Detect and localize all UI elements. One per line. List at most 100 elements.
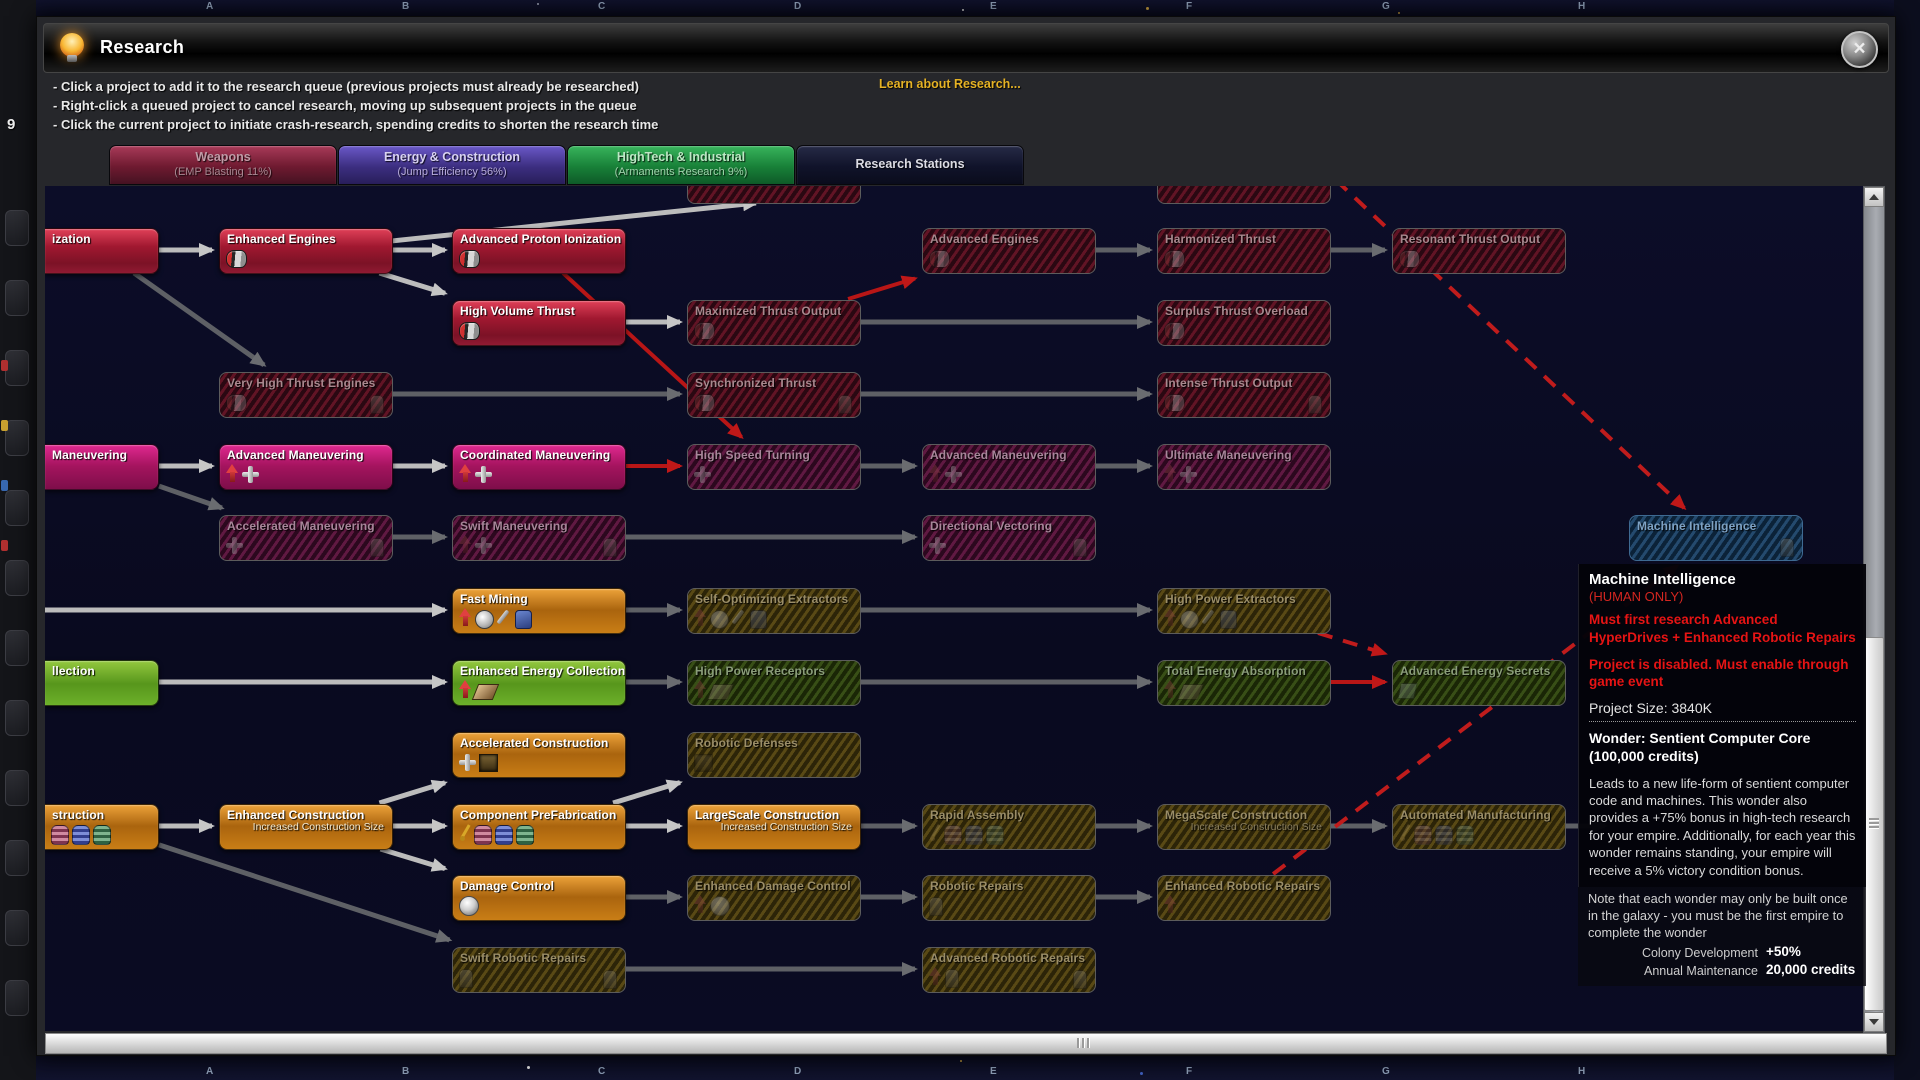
horizontal-scrollbar[interactable]: [45, 1033, 1887, 1054]
node-label: Advanced Robotic Repairs: [930, 951, 1086, 965]
sidebar-button: [5, 770, 29, 806]
research-node-high-power-extractors[interactable]: High Power Extractors: [1157, 588, 1331, 634]
research-node-directional-vectoring[interactable]: Directional Vectoring: [922, 515, 1096, 561]
research-node-advanced-proton-ionization[interactable]: Advanced Proton Ionization: [452, 228, 626, 274]
upgrade-arrow-icon: [459, 464, 472, 483]
engine-icon: [694, 322, 715, 340]
sidebar-mark: [1, 420, 8, 431]
research-node-self-optimizing-extractors[interactable]: Self-Optimizing Extractors: [687, 588, 861, 634]
research-node-tp1[interactable]: [687, 186, 861, 204]
research-node-advanced-engines[interactable]: Advanced Engines: [922, 228, 1096, 274]
research-node-accelerated-construction[interactable]: Accelerated Construction: [452, 732, 626, 778]
research-node-advanced-maneuvering[interactable]: Advanced Maneuvering: [922, 444, 1096, 490]
game-sidebar-strip: [0, 0, 36, 1080]
research-node-ultimate-maneuvering[interactable]: Ultimate Maneuvering: [1157, 444, 1331, 490]
research-node-enhanced-energy-collection[interactable]: Enhanced Energy Collection: [452, 660, 626, 706]
research-node-megascale-construction[interactable]: MegaScale Construction Increased Construc…: [1157, 804, 1331, 850]
tab-label: HighTech & Industrial: [616, 150, 746, 164]
node-label: Automated Manufacturing: [1400, 808, 1551, 822]
upgrade-arrow-icon: [929, 464, 942, 483]
research-node-high-volume-thrust[interactable]: High Volume Thrust: [452, 300, 626, 346]
node-icons: [694, 895, 733, 916]
upgrade-arrow-icon: [226, 464, 239, 483]
node-icons: [1308, 393, 1325, 414]
tab-energy-construction[interactable]: Energy & Construction (Jump Efficiency 5…: [338, 145, 566, 185]
node-icons: [459, 535, 495, 554]
research-node-robotic-repairs[interactable]: Robotic Repairs: [922, 875, 1096, 921]
research-node-maximized-thrust-output[interactable]: Maximized Thrust Output: [687, 300, 861, 346]
scroll-up-icon[interactable]: [1864, 187, 1884, 207]
galaxy-map-top-strip: A B C D E F G H: [0, 0, 1920, 16]
upgrade-arrow-icon: [929, 967, 942, 986]
research-node-robotic-defenses[interactable]: Robotic Defenses: [687, 732, 861, 778]
research-node-swift-robotic-repairs[interactable]: Swift Robotic Repairs: [452, 947, 626, 993]
node-label: Maximized Thrust Output: [695, 304, 842, 318]
tab-research-stations[interactable]: Research Stations: [796, 145, 1024, 185]
tooltip-stat-row: Annual Maintenance 20,000 credits: [1588, 962, 1856, 978]
research-node-advanced-robotic-repairs[interactable]: Advanced Robotic Repairs: [922, 947, 1096, 993]
energy-collector-icon: [471, 684, 500, 700]
research-node-enhanced-construction[interactable]: Enhanced Construction Increased Construct…: [219, 804, 393, 850]
sidebar-mark: [1, 480, 8, 491]
research-node-ization[interactable]: ization: [45, 228, 159, 274]
map-grid-letter: E: [990, 1, 997, 12]
mining-arm-icon: [732, 608, 747, 626]
research-node-struction[interactable]: struction: [45, 804, 159, 850]
robot-icon: [1780, 538, 1794, 557]
research-node-very-high-thrust-engines[interactable]: Very High Thrust Engines: [219, 372, 393, 418]
research-node-harmonized-thrust[interactable]: Harmonized Thrust: [1157, 228, 1331, 274]
node-label: Surplus Thrust Overload: [1165, 304, 1308, 318]
vertical-scrollbar[interactable]: [1863, 186, 1885, 1033]
scroll-down-icon[interactable]: [1864, 1012, 1884, 1032]
node-label: LargeScale Construction: [695, 808, 840, 822]
vertical-scroll-thumb[interactable]: [1864, 637, 1884, 1011]
research-node-resonant-thrust-output[interactable]: Resonant Thrust Output: [1392, 228, 1566, 274]
research-node-damage-control[interactable]: Damage Control: [452, 875, 626, 921]
research-node-component-prefabrication[interactable]: Component PreFabrication: [452, 804, 626, 850]
research-node-enhanced-damage-control[interactable]: Enhanced Damage Control: [687, 875, 861, 921]
research-node-fast-mining[interactable]: Fast Mining: [452, 588, 626, 634]
engine-icon: [1164, 322, 1185, 340]
research-node-synchronized-thrust[interactable]: Synchronized Thrust: [687, 372, 861, 418]
research-node-enhanced-robotic-repairs[interactable]: Enhanced Robotic Repairs: [1157, 875, 1331, 921]
node-icons: [929, 248, 953, 268]
robot-icon: [603, 970, 617, 989]
node-icons: [370, 536, 387, 557]
research-node-advanced-energy-secrets[interactable]: Advanced Energy Secrets: [1392, 660, 1566, 706]
node-icons: [1780, 536, 1797, 557]
research-node-llection[interactable]: llection: [45, 660, 159, 706]
upgrade-arrow-icon: [1164, 680, 1177, 699]
node-label: High Power Receptors: [695, 664, 826, 678]
research-node-machine-intelligence[interactable]: Machine Intelligence: [1629, 515, 1803, 561]
research-node-high-power-receptors[interactable]: High Power Receptors: [687, 660, 861, 706]
tab-weapons[interactable]: Weapons (EMP Blasting 11%): [109, 145, 337, 185]
research-node-high-speed-turning[interactable]: High Speed Turning: [687, 444, 861, 490]
tooltip-disabled-note: Project is disabled. Must enable through…: [1589, 656, 1849, 690]
engine-icon: [226, 250, 247, 268]
research-node-rapid-assembly[interactable]: Rapid Assembly: [922, 804, 1096, 850]
map-grid-letter: A: [206, 1, 214, 12]
node-label: Very High Thrust Engines: [227, 376, 376, 390]
research-node-accelerated-maneuvering[interactable]: Accelerated Maneuvering: [219, 515, 393, 561]
research-node-advanced-maneuvering[interactable]: Advanced Maneuvering: [219, 444, 393, 490]
tooltip-main-section: Machine Intelligence (HUMAN ONLY) Must f…: [1578, 564, 1866, 888]
research-node-enhanced-engines[interactable]: Enhanced Engines: [219, 228, 393, 274]
node-icons: [694, 320, 718, 340]
crane-icon: [1399, 824, 1411, 842]
research-node-swift-maneuvering[interactable]: Swift Maneuvering: [452, 515, 626, 561]
barrel-blue-icon: [72, 825, 90, 845]
research-node-automated-manufacturing[interactable]: Automated Manufacturing: [1392, 804, 1566, 850]
research-node-tp2[interactable]: [1157, 186, 1331, 204]
research-node-surplus-thrust-overload[interactable]: Surplus Thrust Overload: [1157, 300, 1331, 346]
research-node-coordinated-maneuvering[interactable]: Coordinated Maneuvering: [452, 444, 626, 490]
upgrade-arrow-icon: [694, 680, 707, 699]
damage-control-icon: [459, 896, 479, 916]
research-node-total-energy-absorption[interactable]: Total Energy Absorption: [1157, 660, 1331, 706]
research-node-largescale-construction[interactable]: LargeScale Construction Increased Constru…: [687, 804, 861, 850]
research-node-intense-thrust-output[interactable]: Intense Thrust Output: [1157, 372, 1331, 418]
close-icon[interactable]: ×: [1841, 31, 1878, 68]
learn-about-research-link[interactable]: Learn about Research...: [879, 77, 1021, 91]
research-node-maneuvering[interactable]: Maneuvering: [45, 444, 159, 490]
barrel-blue-icon: [495, 825, 513, 845]
tab-hightech-industrial[interactable]: HighTech & Industrial (Armaments Researc…: [567, 145, 795, 185]
